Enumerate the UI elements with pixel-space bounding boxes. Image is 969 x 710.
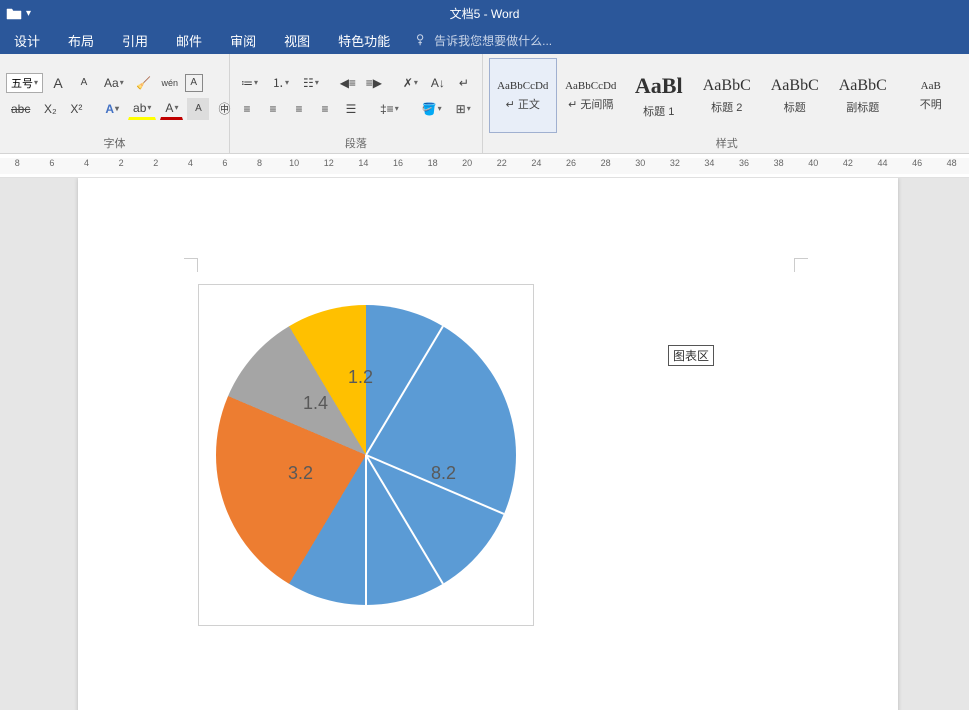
ruler-tick: 2 <box>153 158 158 168</box>
horizontal-ruler[interactable]: 8642246810121416182022242628303234363840… <box>0 154 969 178</box>
shrink-font-button[interactable]: A <box>73 72 95 94</box>
ribbon: 五号▾ A A Aa▾ 🧹 wén A abc X₂ X² A▾ ab▾ A▾ <box>0 54 969 154</box>
font-group-label: 字体 <box>6 133 223 151</box>
ruler-tick: 36 <box>739 158 749 168</box>
clear-format-button[interactable]: 🧹 <box>133 72 155 94</box>
ruler-tick: 6 <box>49 158 54 168</box>
ruler-tick: 14 <box>358 158 368 168</box>
justify-button[interactable]: ≡ <box>314 98 336 120</box>
margin-corner-tl <box>184 258 198 272</box>
tab-layout[interactable]: 布局 <box>54 26 108 54</box>
document-area[interactable]: 8.2 3.2 1.4 1.2 图表区 <box>0 178 969 710</box>
highlight-button[interactable]: ab▾ <box>128 98 156 120</box>
ruler-tick: 8 <box>15 158 20 168</box>
increase-indent-button[interactable]: ≡▶ <box>363 72 385 94</box>
line-spacing-button[interactable]: ‡≡▾ <box>375 98 404 120</box>
subscript-button[interactable]: X₂ <box>39 98 61 120</box>
ruler-tick: 4 <box>188 158 193 168</box>
style-item-6[interactable]: AaB不明 <box>897 58 965 133</box>
ruler-tick: 24 <box>531 158 541 168</box>
ruler-tick: 10 <box>289 158 299 168</box>
decrease-indent-button[interactable]: ◀≡ <box>337 72 359 94</box>
ruler-tick: 20 <box>462 158 472 168</box>
paragraph-group-label: 段落 <box>236 133 476 151</box>
ruler-tick: 28 <box>601 158 611 168</box>
multilevel-button[interactable]: ☷▾ <box>298 72 324 94</box>
text-effects-button[interactable]: A▾ <box>100 98 124 120</box>
page: 8.2 3.2 1.4 1.2 图表区 <box>78 178 898 710</box>
tab-mailings[interactable]: 邮件 <box>162 26 216 54</box>
pie-slice-label-3: 1.2 <box>348 367 373 388</box>
ruler-tick: 46 <box>912 158 922 168</box>
ruler-tick: 48 <box>947 158 957 168</box>
tab-references[interactable]: 引用 <box>108 26 162 54</box>
style-item-4[interactable]: AaBbC标题 <box>761 58 829 133</box>
ribbon-tabs: 设计 布局 引用 邮件 审阅 视图 特色功能 告诉我您想要做什么... <box>0 26 969 54</box>
font-size-selector[interactable]: 五号▾ <box>6 73 43 93</box>
align-right-button[interactable]: ≡ <box>288 98 310 120</box>
grow-font-button[interactable]: A <box>47 72 69 94</box>
ruler-tick: 6 <box>222 158 227 168</box>
window-title: 文档5 - Word <box>450 5 520 22</box>
ruler-tick: 18 <box>428 158 438 168</box>
align-left-button[interactable]: ≡ <box>236 98 258 120</box>
ruler-tick: 38 <box>774 158 784 168</box>
pie-slice-label-1: 3.2 <box>288 463 313 484</box>
shading-button[interactable]: 🪣▾ <box>417 98 447 120</box>
tab-design[interactable]: 设计 <box>0 26 54 54</box>
styles-group-label: 样式 <box>489 133 965 151</box>
title-bar: ▾ 文档5 - Word <box>0 0 969 26</box>
ruler-tick: 44 <box>877 158 887 168</box>
ruler-tick: 4 <box>84 158 89 168</box>
style-item-1[interactable]: AaBbCcDd↵ 无间隔 <box>557 58 625 133</box>
font-group: 五号▾ A A Aa▾ 🧹 wén A abc X₂ X² A▾ ab▾ A▾ <box>0 54 230 153</box>
pie-slice-label-0: 8.2 <box>431 463 456 484</box>
numbering-button[interactable]: ⒈▾ <box>267 72 294 94</box>
chevron-down-icon: ▾ <box>26 8 31 19</box>
style-item-3[interactable]: AaBbC标题 2 <box>693 58 761 133</box>
pie-chart[interactable] <box>216 305 516 605</box>
font-color-button[interactable]: A▾ <box>160 98 183 120</box>
ruler-tick: 16 <box>393 158 403 168</box>
ruler-tick: 26 <box>566 158 576 168</box>
styles-group: AaBbCcDd↵ 正文AaBbCcDd↵ 无间隔AaBl标题 1AaBbC标题… <box>483 54 969 153</box>
style-item-0[interactable]: AaBbCcDd↵ 正文 <box>489 58 557 133</box>
ruler-tick: 30 <box>635 158 645 168</box>
file-menu-icon[interactable]: ▾ <box>6 6 31 20</box>
ruler-tick: 40 <box>808 158 818 168</box>
style-item-2[interactable]: AaBl标题 1 <box>625 58 693 133</box>
ruler-tick: 12 <box>324 158 334 168</box>
ruler-tick: 32 <box>670 158 680 168</box>
strikethrough-button[interactable]: abc <box>6 98 35 120</box>
pie-slice-label-2: 1.4 <box>303 393 328 414</box>
margin-corner-tr <box>794 258 808 272</box>
ruler-tick: 2 <box>119 158 124 168</box>
distribute-button[interactable]: ☰ <box>340 98 362 120</box>
tell-me-search[interactable]: 告诉我您想要做什么... <box>414 32 552 49</box>
superscript-button[interactable]: X² <box>65 98 87 120</box>
paragraph-group: ≔▾ ⒈▾ ☷▾ ◀≡ ≡▶ ✗▾ A↓ ↵ ≡ ≡ ≡ ≡ ☰ <box>230 54 483 153</box>
tab-view[interactable]: 视图 <box>270 26 324 54</box>
change-case-button[interactable]: Aa▾ <box>99 72 129 94</box>
ruler-tick: 42 <box>843 158 853 168</box>
char-border-button[interactable]: A <box>185 74 203 92</box>
tell-me-placeholder: 告诉我您想要做什么... <box>434 32 552 49</box>
phonetic-button[interactable]: wén <box>159 72 181 94</box>
ruler-tick: 22 <box>497 158 507 168</box>
chart-area-tooltip: 图表区 <box>668 345 714 366</box>
tab-special[interactable]: 特色功能 <box>324 26 404 54</box>
ruler-tick: 34 <box>704 158 714 168</box>
ruler-tick: 8 <box>257 158 262 168</box>
chart-object[interactable]: 8.2 3.2 1.4 1.2 <box>198 284 534 626</box>
style-item-5[interactable]: AaBbC副标题 <box>829 58 897 133</box>
show-marks-button[interactable]: ↵ <box>453 72 475 94</box>
sort-button[interactable]: A↓ <box>427 72 449 94</box>
char-shading-button[interactable]: A <box>187 98 209 120</box>
tab-review[interactable]: 审阅 <box>216 26 270 54</box>
text-direction-button[interactable]: ✗▾ <box>398 72 423 94</box>
align-center-button[interactable]: ≡ <box>262 98 284 120</box>
borders-button[interactable]: ⊞▾ <box>451 98 476 120</box>
bullets-button[interactable]: ≔▾ <box>236 72 263 94</box>
